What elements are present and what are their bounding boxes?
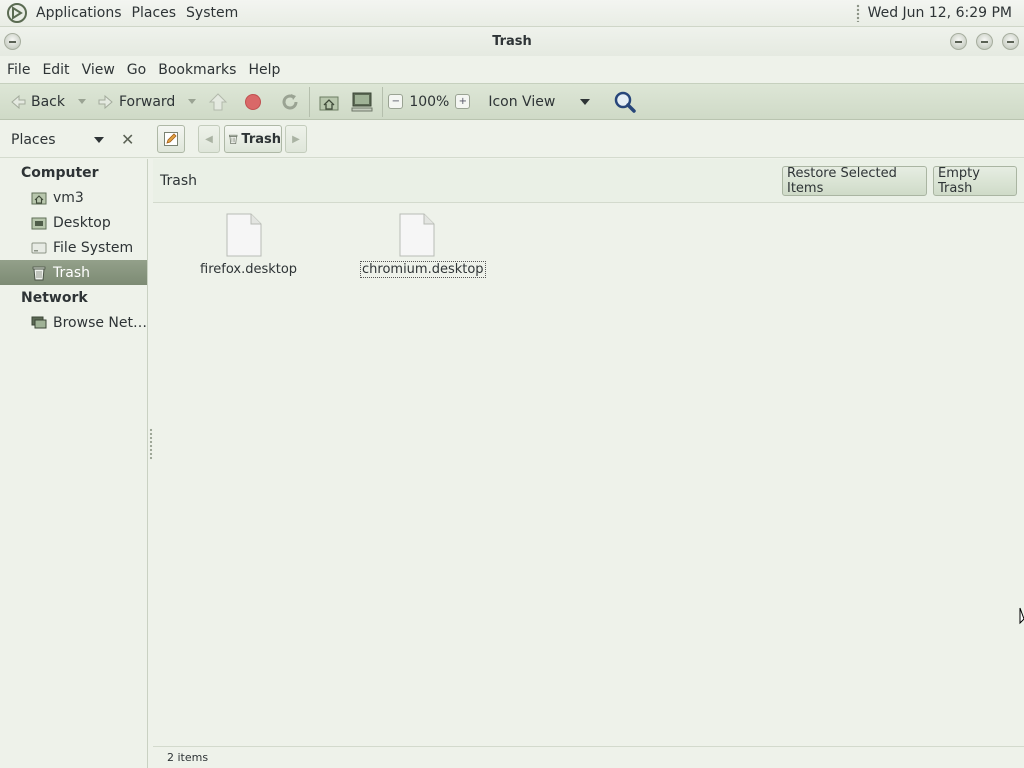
menu-bookmarks[interactable]: Bookmarks xyxy=(153,62,241,78)
up-arrow-icon xyxy=(209,92,228,110)
zoom-in-button[interactable]: + xyxy=(455,94,471,109)
sidebar-item-filesystem[interactable]: File System xyxy=(0,235,147,260)
sidebar-item-label: vm3 xyxy=(53,189,84,206)
forward-history-dropdown[interactable] xyxy=(188,99,197,104)
home-folder-icon xyxy=(31,192,47,204)
trash-icon xyxy=(229,134,238,144)
zoom-out-button[interactable]: − xyxy=(388,94,404,109)
sidebar-mode-dropdown-icon[interactable] xyxy=(94,137,104,143)
sidebar-item-label: File System xyxy=(53,239,134,256)
location-title: Trash xyxy=(160,173,197,189)
menu-file[interactable]: File xyxy=(2,62,35,78)
trash-info-bar: Trash Restore Selected Items Empty Trash xyxy=(153,159,1024,203)
sidebar-item-desktop[interactable]: Desktop xyxy=(0,210,147,235)
toolbar-separator xyxy=(309,86,311,117)
breadcrumb-label: Trash xyxy=(241,131,281,147)
file-name-selected[interactable]: chromium.desktop xyxy=(360,261,486,278)
breadcrumb-scroll-right[interactable]: ▶ xyxy=(285,125,307,153)
clock[interactable]: Wed Jun 12, 6:29 PM xyxy=(868,5,1012,21)
window-menu-button[interactable] xyxy=(4,33,21,50)
file-name[interactable]: firefox.desktop xyxy=(200,262,297,277)
menu-view[interactable]: View xyxy=(77,62,120,78)
sidebar-item-trash[interactable]: Trash xyxy=(0,260,147,285)
home-button[interactable] xyxy=(315,87,343,117)
menu-edit[interactable]: Edit xyxy=(37,62,74,78)
toggle-location-entry-button[interactable] xyxy=(157,125,185,153)
back-label: Back xyxy=(31,93,65,110)
location-bar: Places ✕ ◀ Trash ▶ xyxy=(0,120,1024,158)
forward-button[interactable]: Forward xyxy=(94,87,178,117)
view-mode-dropdown-icon[interactable] xyxy=(580,98,591,105)
sidebar-item-label: Desktop xyxy=(53,214,111,231)
status-item-count: 2 items xyxy=(167,751,209,764)
statusbar: 2 items xyxy=(153,746,1024,768)
menu-help[interactable]: Help xyxy=(243,62,285,78)
back-arrow-icon xyxy=(11,94,26,109)
toolbar: Back Forward − 100% + Icon View xyxy=(0,83,1024,120)
trash-icon xyxy=(32,266,46,280)
forward-label: Forward xyxy=(119,93,176,110)
computer-icon xyxy=(351,92,373,111)
search-icon xyxy=(615,91,637,113)
maximize-button[interactable] xyxy=(976,33,993,50)
sidebar-section-computer: Computer xyxy=(21,165,99,181)
desktop-folder-icon xyxy=(31,217,47,229)
stop-button[interactable] xyxy=(240,87,266,117)
menubar: File Edit View Go Bookmarks Help xyxy=(0,56,1024,83)
up-button[interactable] xyxy=(204,87,232,117)
empty-trash-button[interactable]: Empty Trash xyxy=(933,166,1017,196)
sidebar-section-network: Network xyxy=(21,290,88,306)
zoom-level: 100% xyxy=(409,93,450,110)
network-icon xyxy=(31,316,47,328)
breadcrumb-trash[interactable]: Trash xyxy=(224,125,282,153)
home-folder-icon xyxy=(319,96,339,110)
harddisk-icon xyxy=(31,242,47,253)
panel-drag-handle[interactable] xyxy=(855,4,860,22)
back-history-dropdown[interactable] xyxy=(78,99,86,104)
sidebar-item-label: Trash xyxy=(53,264,90,281)
distro-logo-icon[interactable] xyxy=(7,3,27,23)
computer-button[interactable] xyxy=(347,87,377,117)
close-sidebar-icon[interactable]: ✕ xyxy=(121,130,134,149)
document-icon[interactable] xyxy=(398,213,436,257)
system-menu[interactable]: System xyxy=(181,5,243,21)
toolbar-separator xyxy=(382,86,384,117)
document-icon[interactable] xyxy=(225,213,263,257)
stop-icon xyxy=(245,93,262,110)
view-mode-select[interactable]: Icon View xyxy=(488,94,578,110)
top-panel: Applications Places System Wed Jun 12, 6… xyxy=(0,0,1024,27)
search-button[interactable] xyxy=(610,87,640,117)
minimize-button[interactable] xyxy=(950,33,967,50)
sidebar-item-browse-network[interactable]: Browse Net… xyxy=(0,310,147,335)
reload-icon xyxy=(282,93,298,109)
sidebar-item-label: Browse Net… xyxy=(53,314,148,331)
forward-arrow-icon xyxy=(98,94,113,109)
restore-selected-button[interactable]: Restore Selected Items xyxy=(782,166,927,196)
window-title: Trash xyxy=(492,34,532,49)
mouse-cursor-icon xyxy=(1019,607,1024,625)
menu-go[interactable]: Go xyxy=(122,62,151,78)
file-view[interactable]: Trash Restore Selected Items Empty Trash… xyxy=(153,159,1024,746)
window-titlebar[interactable]: Trash xyxy=(0,27,1024,56)
close-button[interactable] xyxy=(1002,33,1019,50)
sidebar-item-home[interactable]: vm3 xyxy=(0,185,147,210)
places-menu[interactable]: Places xyxy=(127,5,182,21)
applications-menu[interactable]: Applications xyxy=(31,5,127,21)
places-sidebar: Computer vm3 Desktop File System Trash N… xyxy=(0,159,148,768)
reload-button[interactable] xyxy=(276,87,304,117)
breadcrumb-scroll-left[interactable]: ◀ xyxy=(198,125,220,153)
sidebar-mode-select[interactable]: Places xyxy=(11,132,56,148)
pencil-icon xyxy=(164,132,178,146)
back-button[interactable]: Back xyxy=(6,87,68,117)
